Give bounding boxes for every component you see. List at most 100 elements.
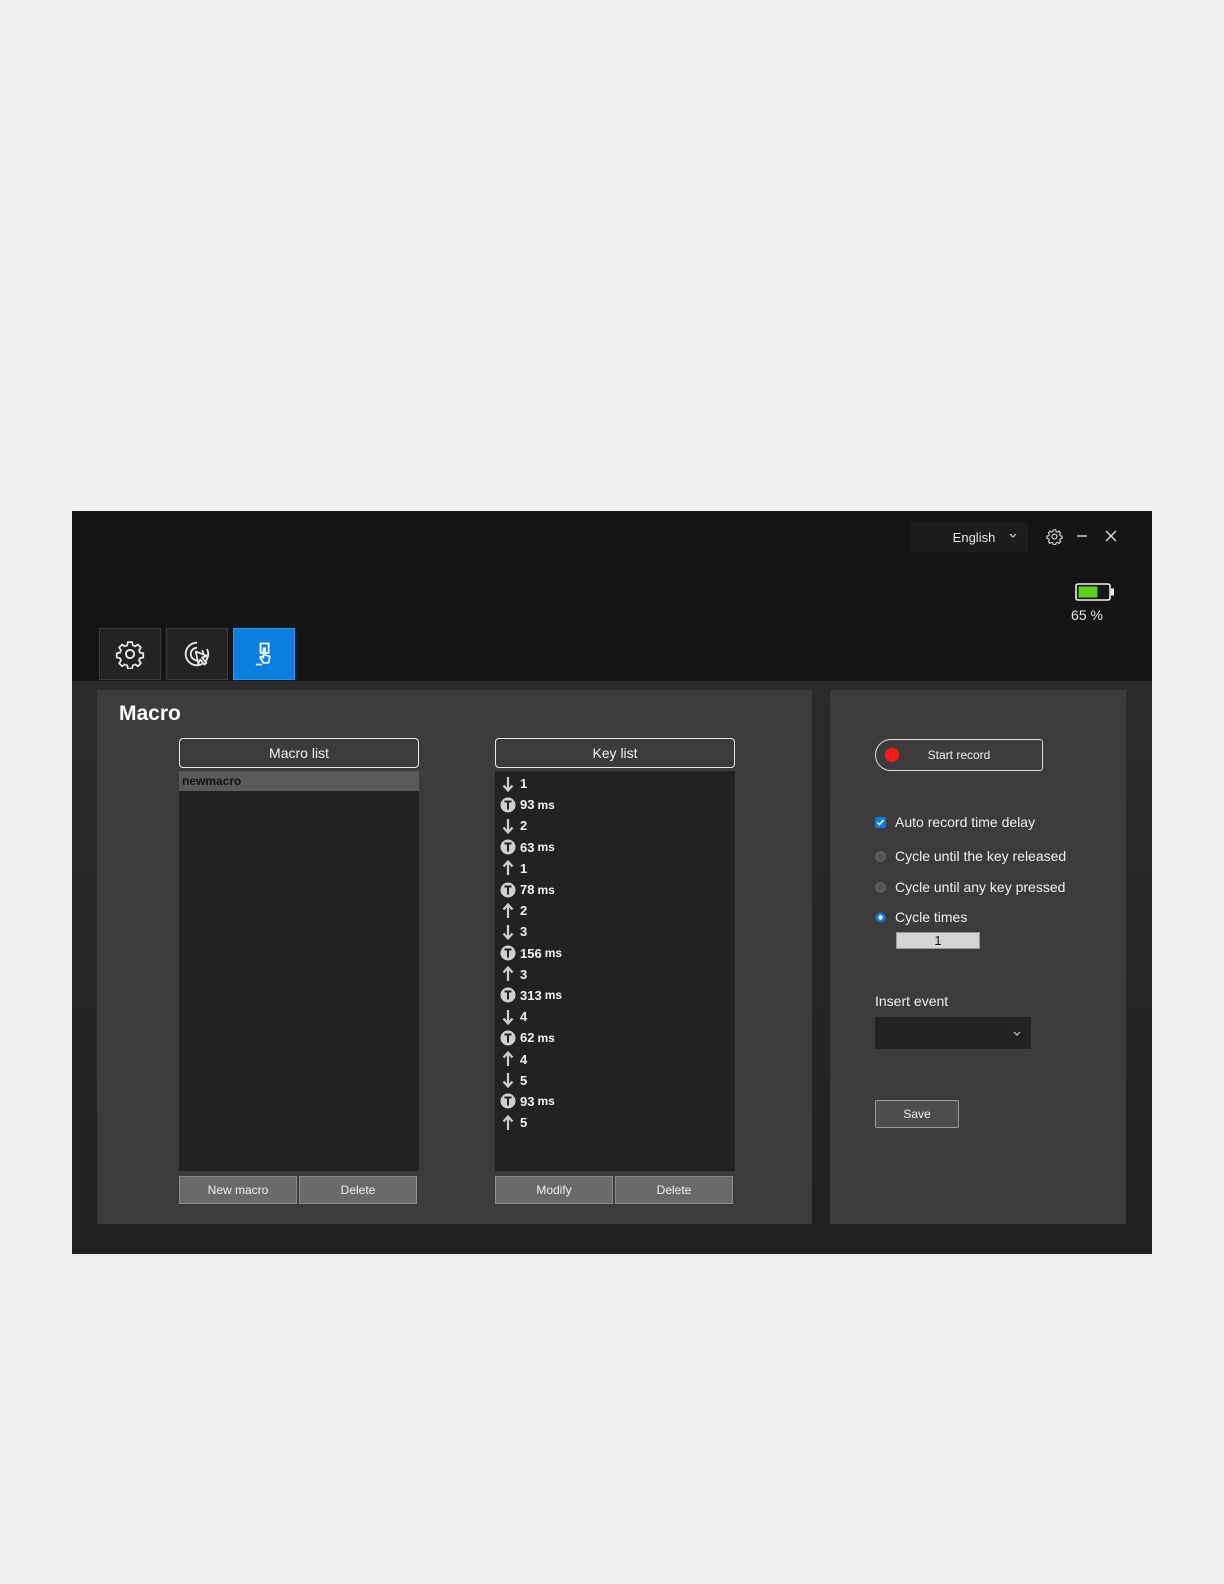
- battery-icon: [1075, 583, 1114, 601]
- radio-icon: [875, 881, 886, 893]
- list-item[interactable]: newmacro: [179, 771, 419, 791]
- cycle-option-radio[interactable]: Cycle until the key released: [875, 846, 1066, 866]
- arrow-down-icon: [500, 817, 516, 834]
- content-area: Macro Macro list newmacro New macro Dele…: [72, 681, 1152, 1254]
- new-macro-button[interactable]: New macro: [179, 1176, 297, 1204]
- delay-timer-icon: [500, 881, 516, 898]
- delay-timer-icon: [500, 945, 516, 962]
- arrow-down-icon: [500, 923, 516, 940]
- arrow-down-icon: [500, 775, 516, 792]
- tab-macro[interactable]: [233, 628, 295, 680]
- key-value: 3: [520, 966, 528, 982]
- key-value: 78: [520, 882, 535, 898]
- app-window: English 65 % Macro Macro list newmacro N…: [72, 511, 1152, 1254]
- key-value: 2: [520, 818, 528, 834]
- key-value: 313: [520, 987, 542, 1003]
- insert-event-select[interactable]: [875, 1017, 1031, 1049]
- arrow-up-icon: [500, 1114, 516, 1131]
- key-unit: ms: [537, 882, 555, 897]
- arrow-up-icon: [500, 860, 516, 877]
- cycle-option-radio[interactable]: Cycle times: [875, 907, 967, 927]
- modify-button[interactable]: Modify: [495, 1176, 613, 1204]
- cycle-option-radio[interactable]: Cycle until any key pressed: [875, 877, 1065, 897]
- key-list[interactable]: 1 93 ms 2 63 ms 1 78 ms 2 3 156 ms 3 313 ms 4 62 ms 4 5 93 ms 5: [495, 771, 735, 1171]
- delay-timer-icon: [500, 1029, 516, 1046]
- macro-list-header[interactable]: Macro list: [179, 738, 419, 768]
- arrow-down-icon: [500, 1072, 516, 1089]
- list-item[interactable]: 313 ms: [495, 985, 735, 1006]
- list-item[interactable]: 3: [495, 921, 735, 942]
- tab-settings[interactable]: [99, 628, 161, 680]
- list-item[interactable]: 63 ms: [495, 837, 735, 858]
- list-item[interactable]: 5: [495, 1112, 735, 1133]
- key-value: 63: [520, 839, 535, 855]
- delay-timer-icon: [500, 796, 516, 813]
- checkbox-icon: [875, 816, 886, 828]
- key-unit: ms: [537, 1030, 555, 1045]
- delete-macro-button[interactable]: Delete: [299, 1176, 417, 1204]
- list-item[interactable]: 3: [495, 964, 735, 985]
- list-item[interactable]: 62 ms: [495, 1027, 735, 1048]
- list-item[interactable]: 1: [495, 858, 735, 879]
- language-select-value: English: [952, 529, 996, 545]
- key-value: 3: [520, 924, 528, 940]
- key-unit: ms: [537, 1094, 555, 1109]
- language-select[interactable]: English: [910, 522, 1028, 552]
- key-value: 2: [520, 903, 528, 919]
- key-value: 93: [520, 1093, 535, 1109]
- key-value: 5: [520, 1115, 528, 1131]
- start-record-label: Start record: [927, 748, 991, 762]
- delay-timer-icon: [500, 839, 516, 856]
- page-title: Macro: [119, 702, 181, 725]
- chevron-down-icon: [1013, 1031, 1021, 1036]
- start-record-button[interactable]: Start record: [875, 739, 1043, 771]
- list-item[interactable]: 156 ms: [495, 943, 735, 964]
- key-value: 93: [520, 797, 535, 813]
- macro-list[interactable]: newmacro: [179, 771, 419, 1171]
- chevron-down-icon: [1009, 533, 1017, 538]
- list-item[interactable]: 4: [495, 1006, 735, 1027]
- delay-timer-icon: [500, 987, 516, 1004]
- key-value: 1: [520, 860, 528, 876]
- cycle-option-label: Cycle until any key pressed: [895, 879, 1066, 895]
- list-item[interactable]: 93 ms: [495, 794, 735, 815]
- list-item[interactable]: 5: [495, 1070, 735, 1091]
- list-item[interactable]: 4: [495, 1048, 735, 1069]
- key-unit: ms: [544, 946, 563, 961]
- cycle-times-input[interactable]: [896, 932, 980, 949]
- list-item[interactable]: 2: [495, 900, 735, 921]
- save-button[interactable]: Save: [875, 1100, 959, 1128]
- arrow-up-icon: [500, 966, 516, 983]
- key-value: 156: [520, 945, 542, 961]
- key-value: 62: [520, 1030, 535, 1046]
- key-unit: ms: [544, 988, 563, 1003]
- auto-record-label: Auto record time delay: [895, 814, 1036, 830]
- list-item[interactable]: 1: [495, 773, 735, 794]
- key-unit: ms: [537, 797, 555, 812]
- battery-level: [1078, 586, 1098, 598]
- delay-timer-icon: [500, 1093, 516, 1110]
- list-item[interactable]: 93 ms: [495, 1091, 735, 1112]
- list-item[interactable]: 78 ms: [495, 879, 735, 900]
- mouse-click-icon: [184, 641, 210, 667]
- cycle-option-label: Cycle times: [895, 909, 968, 925]
- battery-percent: 65 %: [1071, 607, 1103, 623]
- key-value: 4: [520, 1009, 528, 1025]
- gear-icon[interactable]: [1045, 527, 1063, 545]
- radio-selected-icon: [875, 912, 886, 922]
- key-list-header[interactable]: Key list: [495, 738, 735, 768]
- record-dot-icon: [885, 748, 899, 762]
- key-value: 4: [520, 1051, 528, 1067]
- close-icon[interactable]: [1102, 527, 1120, 545]
- delete-key-button[interactable]: Delete: [615, 1176, 733, 1204]
- arrow-down-icon: [500, 1008, 516, 1025]
- list-item[interactable]: 2: [495, 815, 735, 836]
- insert-event-label: Insert event: [875, 993, 949, 1009]
- arrow-up-icon: [500, 1051, 516, 1068]
- minimize-icon[interactable]: [1073, 527, 1091, 545]
- macro-touch-icon: [255, 642, 271, 666]
- auto-record-checkbox[interactable]: Auto record time delay: [875, 812, 1035, 832]
- cycle-option-label: Cycle until the key released: [895, 848, 1067, 864]
- tab-buttons[interactable]: [166, 628, 228, 680]
- radio-icon: [875, 850, 886, 862]
